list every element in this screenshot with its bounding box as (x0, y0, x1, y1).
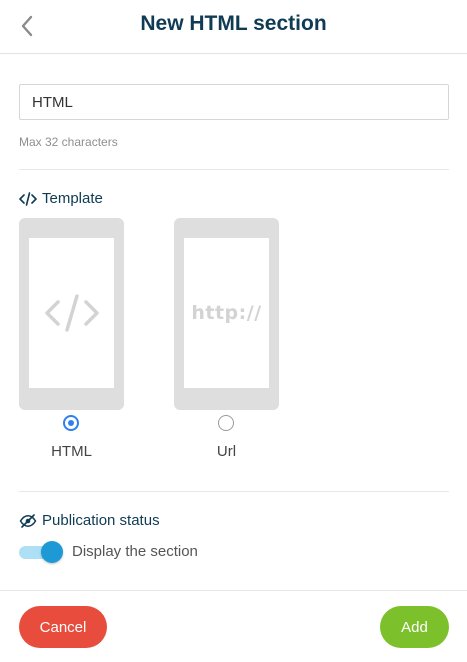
code-icon (19, 191, 37, 206)
toggle-knob (41, 541, 63, 563)
section-name-input[interactable] (19, 84, 449, 120)
template-section-label: Template (42, 190, 103, 207)
footer-divider (0, 590, 467, 591)
publication-section-label: Publication status (42, 512, 160, 529)
cancel-button[interactable]: Cancel (19, 606, 107, 648)
code-icon (44, 294, 99, 332)
phone-preview (19, 218, 124, 410)
template-html-label: HTML (51, 443, 92, 460)
template-option-html[interactable]: HTML (19, 218, 124, 460)
add-button[interactable]: Add (380, 606, 449, 648)
divider (19, 491, 449, 492)
template-html-radio[interactable] (63, 415, 79, 431)
header-bar: New HTML section (0, 0, 467, 54)
max-characters-hint: Max 32 characters (19, 135, 118, 149)
phone-preview: http:// (174, 218, 279, 410)
display-section-toggle[interactable] (19, 541, 63, 563)
display-section-label: Display the section (72, 543, 198, 560)
url-preview-text: http:// (191, 302, 262, 324)
template-section-title: Template (19, 190, 103, 207)
new-html-section-screen: New HTML section Max 32 characters Templ… (0, 0, 467, 662)
page-title: New HTML section (140, 12, 327, 35)
phone-preview-screen (29, 238, 114, 388)
template-option-url[interactable]: http:// Url (174, 218, 279, 460)
phone-preview-screen: http:// (184, 238, 269, 388)
eye-slash-icon (19, 513, 37, 528)
template-url-label: Url (216, 443, 237, 460)
divider (19, 169, 449, 170)
publication-section-title: Publication status (19, 512, 160, 529)
template-url-radio[interactable] (218, 415, 234, 431)
